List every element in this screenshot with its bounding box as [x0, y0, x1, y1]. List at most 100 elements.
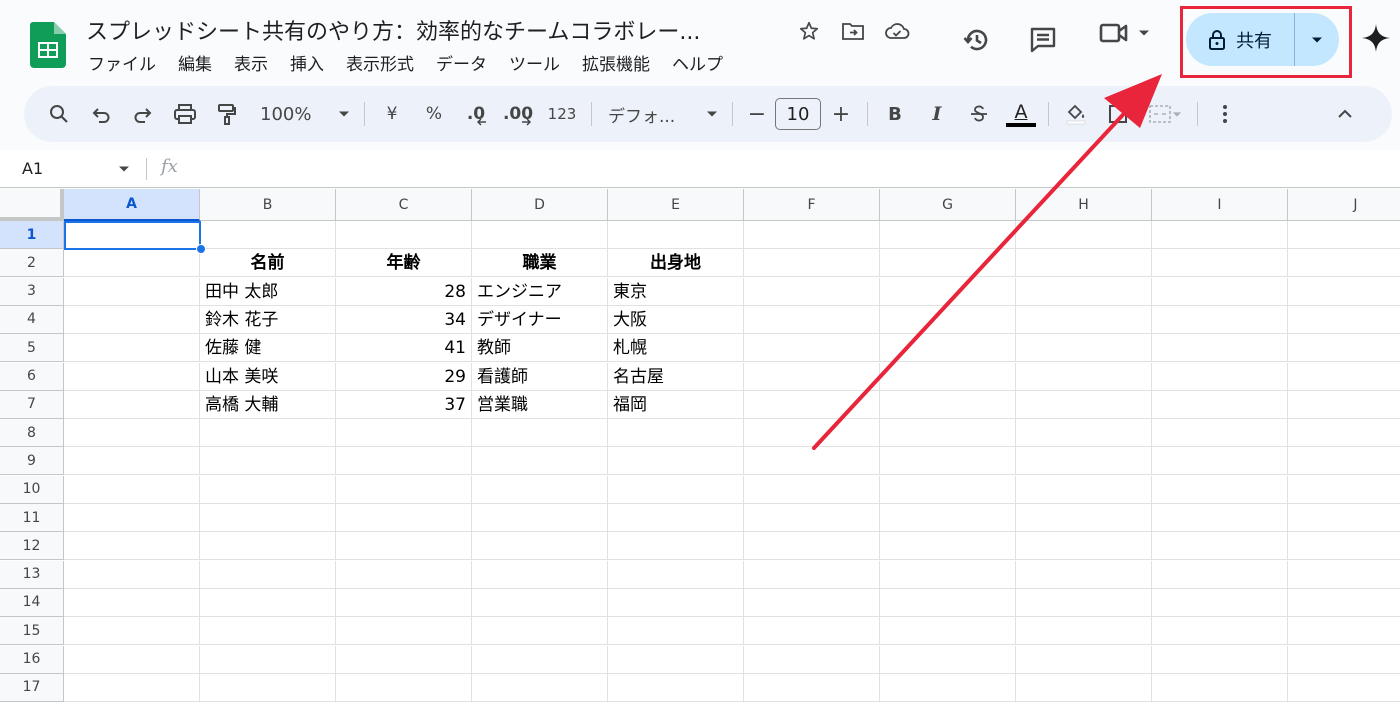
cell-d7[interactable]: 営業職 — [472, 390, 608, 419]
row-header-4[interactable]: 4 — [0, 305, 64, 334]
more-options-button[interactable] — [1204, 94, 1246, 134]
cell-b16[interactable] — [200, 645, 336, 674]
cell-a17[interactable] — [64, 673, 200, 702]
cell-a5[interactable] — [64, 334, 200, 363]
chevron-down-icon[interactable] — [118, 165, 130, 173]
cell-c14[interactable] — [336, 588, 472, 617]
cell-h2[interactable] — [1016, 249, 1152, 278]
cell-i4[interactable] — [1152, 305, 1288, 334]
column-header-e[interactable]: E — [608, 189, 744, 221]
cell-f7[interactable] — [744, 390, 880, 419]
cell-e10[interactable] — [608, 475, 744, 504]
cell-f5[interactable] — [744, 334, 880, 363]
cell-g1[interactable] — [880, 221, 1016, 249]
cell-e5[interactable]: 札幌 — [608, 334, 744, 363]
row-header-9[interactable]: 9 — [0, 447, 64, 476]
cloud-status-icon[interactable] — [884, 18, 910, 44]
row-header-11[interactable]: 11 — [0, 504, 64, 532]
fill-color-button[interactable] — [1055, 94, 1097, 134]
cell-a8[interactable] — [64, 419, 200, 448]
cell-h3[interactable] — [1016, 277, 1152, 306]
row-header-2[interactable]: 2 — [0, 249, 64, 278]
meet-button[interactable] — [1098, 20, 1150, 46]
cell-g8[interactable] — [880, 419, 1016, 448]
borders-button[interactable] — [1097, 94, 1139, 134]
cell-a6[interactable] — [64, 362, 200, 391]
cell-g4[interactable] — [880, 305, 1016, 334]
cell-j8[interactable] — [1288, 419, 1400, 448]
column-header-b[interactable]: B — [200, 189, 336, 221]
cell-h15[interactable] — [1016, 617, 1152, 646]
cell-j6[interactable] — [1288, 363, 1400, 391]
cell-h14[interactable] — [1016, 588, 1152, 617]
cell-g14[interactable] — [880, 588, 1016, 617]
cell-c17[interactable] — [336, 673, 472, 702]
cell-e9[interactable] — [608, 447, 744, 476]
cell-d4[interactable]: デザイナー — [472, 305, 608, 334]
menu-extensions[interactable]: 拡張機能 — [582, 50, 650, 75]
cell-f14[interactable] — [744, 588, 880, 617]
cell-a9[interactable] — [64, 447, 200, 476]
cell-a7[interactable] — [64, 390, 200, 419]
cell-g7[interactable] — [880, 390, 1016, 419]
cell-i1[interactable] — [1152, 221, 1288, 249]
cell-e13[interactable] — [608, 560, 744, 589]
row-header-12[interactable]: 12 — [0, 532, 64, 561]
row-header-8[interactable]: 8 — [0, 419, 64, 448]
cell-d5[interactable]: 教師 — [472, 334, 608, 363]
cell-c10[interactable] — [336, 475, 472, 504]
cell-b15[interactable] — [200, 617, 336, 646]
cell-j17[interactable] — [1288, 674, 1400, 702]
cell-a11[interactable] — [64, 504, 200, 532]
cell-g2[interactable] — [880, 249, 1016, 278]
cell-d14[interactable] — [472, 588, 608, 617]
cell-h4[interactable] — [1016, 305, 1152, 334]
menu-help[interactable]: ヘルプ — [672, 50, 723, 75]
cell-c1[interactable] — [336, 221, 472, 249]
cell-g9[interactable] — [880, 447, 1016, 476]
cell-f4[interactable] — [744, 305, 880, 334]
cell-b8[interactable] — [200, 419, 336, 448]
menu-view[interactable]: 表示 — [234, 50, 268, 75]
cell-j16[interactable] — [1288, 646, 1400, 674]
cell-j7[interactable] — [1288, 391, 1400, 419]
column-header-j[interactable]: J — [1288, 189, 1400, 221]
cell-e6[interactable]: 名古屋 — [608, 362, 744, 391]
cell-f13[interactable] — [744, 560, 880, 589]
cell-c5[interactable]: 41 — [336, 334, 472, 363]
cell-e16[interactable] — [608, 645, 744, 674]
cell-i14[interactable] — [1152, 588, 1288, 617]
cell-i3[interactable] — [1152, 277, 1288, 306]
cell-h8[interactable] — [1016, 419, 1152, 448]
cell-i6[interactable] — [1152, 362, 1288, 391]
cell-j15[interactable] — [1288, 617, 1400, 646]
redo-button[interactable] — [122, 94, 164, 134]
cell-d16[interactable] — [472, 645, 608, 674]
print-button[interactable] — [164, 94, 206, 134]
cell-e7[interactable]: 福岡 — [608, 390, 744, 419]
strikethrough-button[interactable] — [958, 94, 1000, 134]
cell-d10[interactable] — [472, 475, 608, 504]
cell-d1[interactable] — [472, 221, 608, 249]
cell-a14[interactable] — [64, 588, 200, 617]
cell-j5[interactable] — [1288, 334, 1400, 363]
column-header-h[interactable]: H — [1016, 189, 1152, 221]
row-header-3[interactable]: 3 — [0, 277, 64, 306]
increase-decimal-button[interactable]: .00 — [497, 94, 539, 134]
cell-i8[interactable] — [1152, 419, 1288, 448]
cell-g11[interactable] — [880, 504, 1016, 532]
cell-f17[interactable] — [744, 673, 880, 702]
cell-b6[interactable]: 山本 美咲 — [200, 362, 336, 391]
column-header-i[interactable]: I — [1152, 189, 1288, 221]
select-all-corner[interactable] — [0, 189, 64, 221]
column-header-f[interactable]: F — [744, 189, 880, 221]
cell-j4[interactable] — [1288, 306, 1400, 334]
cell-c11[interactable] — [336, 504, 472, 532]
cell-d2[interactable]: 職業 — [472, 249, 608, 278]
cell-h11[interactable] — [1016, 504, 1152, 532]
decrease-decimal-button[interactable]: .0 — [455, 94, 497, 134]
cell-e8[interactable] — [608, 419, 744, 448]
cell-a2[interactable] — [64, 249, 200, 278]
cell-e12[interactable] — [608, 532, 744, 561]
italic-button[interactable]: I — [916, 94, 958, 134]
